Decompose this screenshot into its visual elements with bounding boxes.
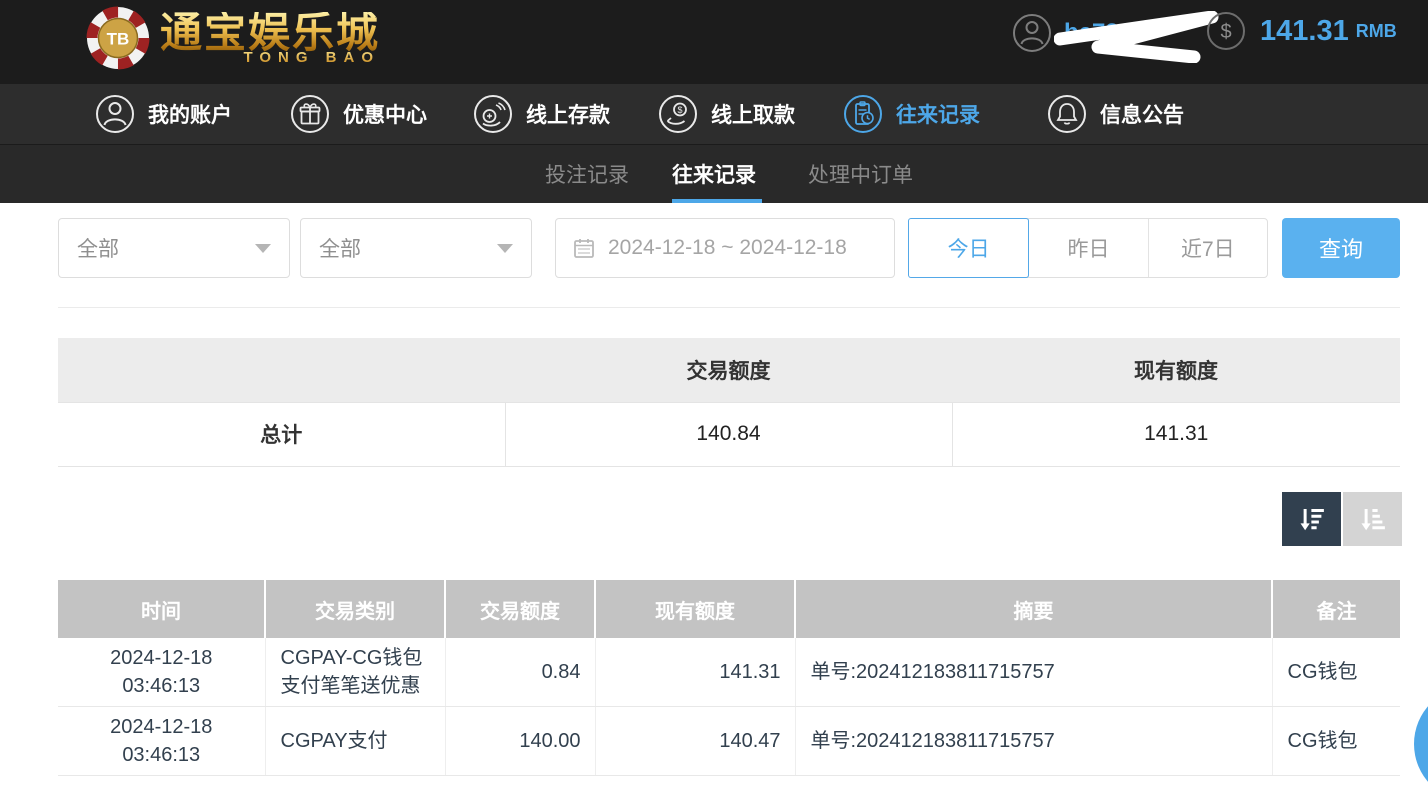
user-circle-icon [1012,13,1052,53]
tab-label: 投注记录 [545,159,629,189]
header-note: 备注 [1272,580,1400,638]
tab-label: 往来记录 [672,159,756,189]
brand-name-cn: 通宝娱乐城 [160,12,380,54]
cell-balance: 141.31 [595,638,795,707]
nav-item-announcements[interactable]: 信息公告 [1047,84,1184,144]
nav-label: 往来记录 [896,99,980,129]
active-tab-underline [672,199,762,203]
category-select-value: 全部 [319,233,361,263]
casino-chip-icon: TB [86,6,150,70]
tab-label: 处理中订单 [808,159,913,189]
summary-total-row: 总计 140.84 141.31 [58,402,1400,466]
type-select[interactable]: 全部 [58,218,290,278]
withdraw-hand-coin-icon: $ [658,94,698,134]
date-range-input[interactable]: 2024-12-18 ~ 2024-12-18 [555,218,895,278]
nav-item-promotions[interactable]: 优惠中心 [290,84,427,144]
nav-item-withdraw[interactable]: $ 线上取款 [658,84,795,144]
tab-betting-records[interactable]: 投注记录 [545,145,629,203]
header-summary: 摘要 [795,580,1272,638]
last-7-days-button[interactable]: 近7日 [1148,219,1267,277]
gift-icon [290,94,330,134]
svg-text:$: $ [1220,21,1231,43]
floating-service-button[interactable] [1414,686,1428,802]
cell-summary: 单号:202412183811715757 [795,707,1272,776]
nav-label: 优惠中心 [343,99,427,129]
header-time: 时间 [58,580,265,638]
search-button-label: 查询 [1319,232,1363,264]
summary-table: 交易额度 现有额度 总计 140.84 141.31 [58,338,1400,467]
summary-total-label: 总计 [58,402,505,466]
brand-text: 通宝娱乐城 TONG BAO [160,12,380,65]
user-account[interactable]: bc7325 [1012,11,1224,55]
quick-date-buttons: 今日 昨日 近7日 [908,218,1268,278]
username: bc7325 [1064,19,1145,47]
summary-header-empty [58,338,505,402]
header-balance: 现有额度 [595,580,795,638]
nav-label: 我的账户 [148,99,232,129]
cell-time: 2024-12-18 03:46:13 [58,638,265,707]
cell-amount: 0.84 [445,638,595,707]
section-divider [58,307,1400,308]
svg-text:TB: TB [107,30,130,49]
nav-label: 信息公告 [1100,99,1184,129]
summary-total-transaction: 140.84 [505,402,952,466]
balance-currency: RMB [1356,21,1397,42]
type-select-value: 全部 [77,233,119,263]
tab-processing-orders[interactable]: 处理中订单 [808,145,913,203]
table-row: 2024-12-18 03:46:13 CGPAY支付 140.00 140.4… [58,707,1400,776]
dollar-circle-icon: $ [1206,11,1246,51]
summary-header-balance: 现有额度 [952,338,1400,402]
nav-label: 线上取款 [711,99,795,129]
nav-item-transaction-records[interactable]: 往来记录 [843,84,980,144]
search-button[interactable]: 查询 [1282,218,1400,278]
tab-transaction-records[interactable]: 往来记录 [672,145,756,203]
records-table: 时间 交易类别 交易额度 现有额度 摘要 备注 2024-12-18 03:46… [58,580,1400,776]
cell-summary: 单号:202412183811715757 [795,638,1272,707]
today-label: 今日 [948,233,990,263]
deposit-hand-coin-icon [473,94,513,134]
sort-ascending-button[interactable] [1343,492,1402,546]
cell-amount: 140.00 [445,707,595,776]
sort-descending-icon [1296,504,1328,534]
summary-header-transaction: 交易额度 [505,338,952,402]
main-navigation: 我的账户 优惠中心 线上存款 $ 线上取款 [0,84,1428,145]
yesterday-label: 昨日 [1067,233,1109,263]
sub-navigation: 投注记录 往来记录 处理中订单 [0,145,1428,203]
date-range-value: 2024-12-18 ~ 2024-12-18 [608,236,847,260]
header-amount: 交易额度 [445,580,595,638]
cell-balance: 140.47 [595,707,795,776]
chevron-down-icon [255,244,271,253]
top-bar: TB 通宝娱乐城 TONG BAO bc7325 $ 141.31 RMB [0,0,1428,84]
records-clipboard-clock-icon [843,94,883,134]
user-icon [95,94,135,134]
svg-text:$: $ [677,105,682,115]
summary-total-balance: 141.31 [952,402,1400,466]
cell-time: 2024-12-18 03:46:13 [58,707,265,776]
brand-logo[interactable]: TB 通宝娱乐城 TONG BAO [86,6,380,70]
cell-type: CGPAY支付 [265,707,445,776]
nav-item-deposit[interactable]: 线上存款 [473,84,610,144]
records-header-row: 时间 交易类别 交易额度 现有额度 摘要 备注 [58,580,1400,638]
last-7-days-label: 近7日 [1181,233,1235,263]
sort-ascending-icon [1357,504,1389,534]
sort-controls [1282,492,1402,546]
bell-icon [1047,94,1087,134]
balance-amount: 141.31 [1260,15,1349,48]
table-row: 2024-12-18 03:46:13 CGPAY-CG钱包支付笔笔送优惠 0.… [58,638,1400,707]
header-type: 交易类别 [265,580,445,638]
cell-note: CG钱包 [1272,638,1400,707]
cell-type: CGPAY-CG钱包支付笔笔送优惠 [265,638,445,707]
chevron-down-icon [497,244,513,253]
today-button[interactable]: 今日 [909,219,1028,277]
summary-header-row: 交易额度 现有额度 [58,338,1400,402]
cell-note: CG钱包 [1272,707,1400,776]
nav-label: 线上存款 [526,99,610,129]
sort-descending-button[interactable] [1282,492,1341,546]
yesterday-button[interactable]: 昨日 [1028,219,1147,277]
nav-item-my-account[interactable]: 我的账户 [95,84,232,144]
category-select[interactable]: 全部 [300,218,532,278]
balance[interactable]: $ 141.31 RMB [1206,11,1397,51]
calendar-icon [572,236,596,260]
